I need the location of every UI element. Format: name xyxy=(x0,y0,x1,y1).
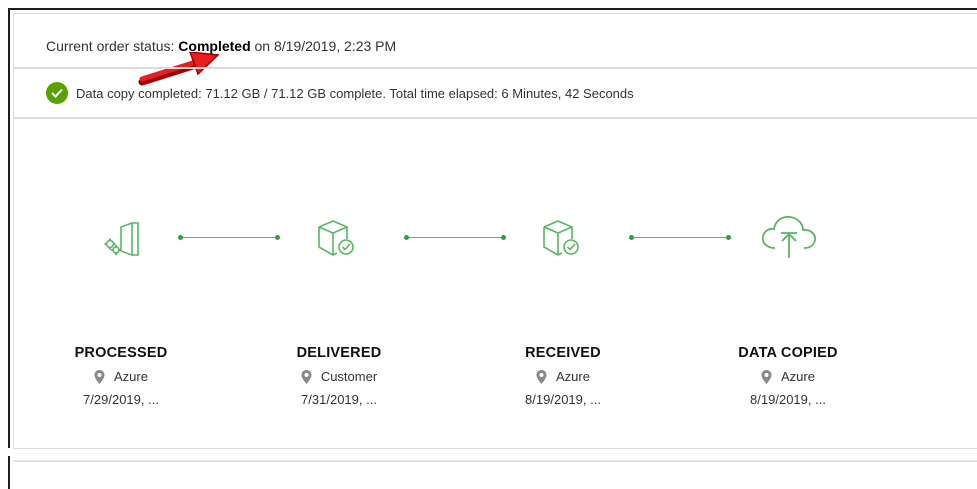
step-location: Azure xyxy=(713,369,863,384)
step-date: 8/19/2019, ... xyxy=(750,392,826,407)
divider xyxy=(13,460,977,462)
step-connector xyxy=(178,235,280,240)
location-pin-icon xyxy=(536,369,547,384)
step-connector xyxy=(629,235,731,240)
step-title: PROCESSED xyxy=(74,345,168,361)
copy-status-message: Data copy completed: 71.12 GB / 71.12 GB… xyxy=(46,81,634,105)
order-status-line: Current order status: Completed on 8/19/… xyxy=(46,38,396,54)
divider xyxy=(14,117,977,119)
step-location-text: Azure xyxy=(556,369,590,384)
step-title: RECEIVED xyxy=(525,345,601,361)
step-location: Customer xyxy=(264,369,414,384)
box-check-icon xyxy=(543,220,579,256)
server-gears-icon xyxy=(104,221,139,257)
divider xyxy=(14,67,977,69)
location-pin-icon xyxy=(301,369,312,384)
step-delivered: DELIVERED Customer 7/31/2019, ... xyxy=(264,345,414,407)
step-location: Azure xyxy=(488,369,638,384)
step-received: RECEIVED Azure 8/19/2019, ... xyxy=(488,345,638,407)
step-title: DELIVERED xyxy=(296,345,382,361)
step-processed: PROCESSED Azure 7/29/2019, ... xyxy=(46,345,196,407)
step-location-text: Azure xyxy=(114,369,148,384)
step-location: Azure xyxy=(46,369,196,384)
box-check-icon xyxy=(318,220,354,256)
status-date: on 8/19/2019, 2:23 PM xyxy=(250,38,397,54)
step-location-text: Azure xyxy=(781,369,815,384)
step-date: 7/29/2019, ... xyxy=(83,392,159,407)
cloud-upload-icon xyxy=(761,216,816,258)
window-edge xyxy=(8,456,10,489)
location-pin-icon xyxy=(761,369,772,384)
step-location-text: Customer xyxy=(320,369,378,384)
check-circle-icon xyxy=(46,82,68,104)
location-pin-icon xyxy=(94,369,105,384)
step-date: 7/31/2019, ... xyxy=(301,392,377,407)
step-date: 8/19/2019, ... xyxy=(525,392,601,407)
step-title: DATA COPIED xyxy=(738,345,838,361)
step-data-copied: DATA COPIED Azure 8/19/2019, ... xyxy=(713,345,863,407)
copy-status-text: Data copy completed: 71.12 GB / 71.12 GB… xyxy=(76,85,634,101)
step-connector xyxy=(404,235,506,240)
